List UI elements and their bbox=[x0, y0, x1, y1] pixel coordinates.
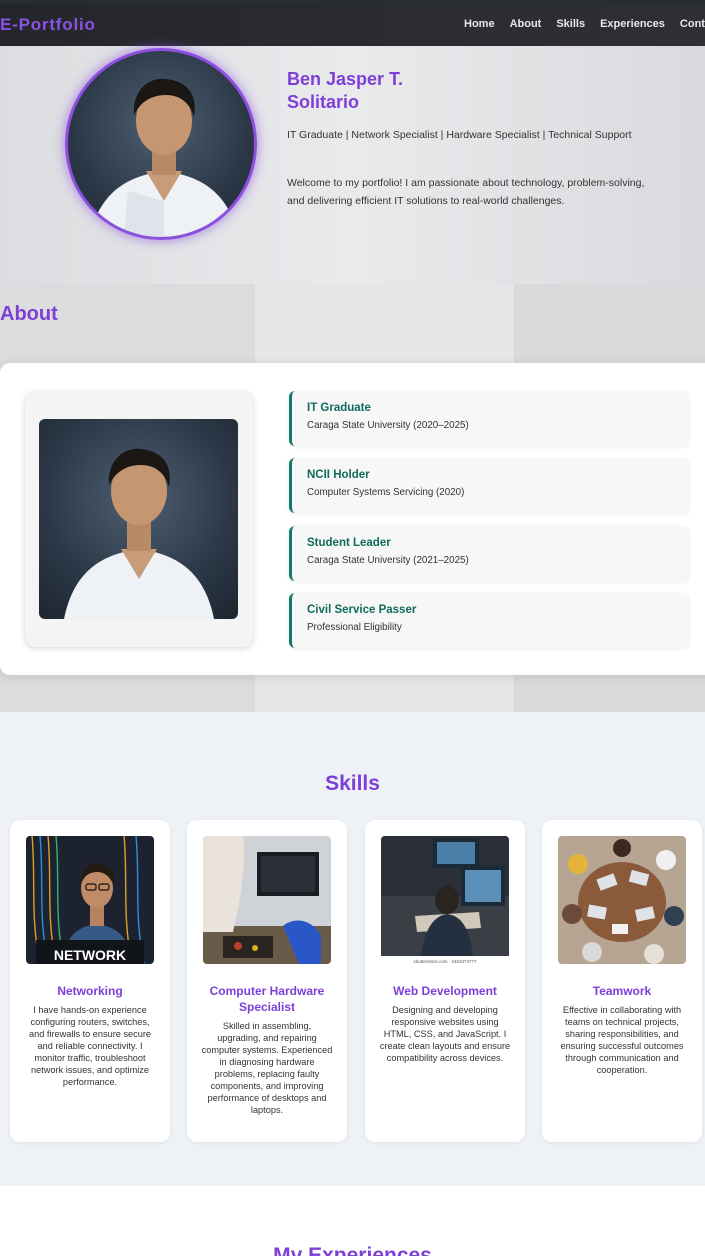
credential-title: NCII Holder bbox=[307, 469, 370, 481]
hero-name-line2: Solitario bbox=[287, 92, 360, 112]
person-portrait-icon bbox=[64, 448, 214, 619]
networking-image-caption: NETWORK bbox=[54, 947, 126, 963]
skill-name: Computer Hardware Specialist bbox=[209, 984, 325, 1014]
skill-card-teamwork: Teamwork Effective in collaborating with… bbox=[542, 820, 702, 1142]
credential-desc: Caraga State University (2020–2025) bbox=[307, 420, 469, 431]
nav-links: Home About Skills Experiences Conta bbox=[464, 18, 705, 30]
nav-link-home[interactable]: Home bbox=[464, 18, 495, 30]
about-title: About bbox=[0, 303, 58, 325]
nav-link-skills[interactable]: Skills bbox=[556, 18, 585, 30]
skill-desc: Designing and developing responsive webs… bbox=[379, 1005, 511, 1063]
about-photo bbox=[39, 419, 238, 619]
credential-card: IT Graduate Caraga State University (202… bbox=[289, 391, 689, 446]
hero-welcome-text: Welcome to my portfolio! I am passionate… bbox=[287, 177, 645, 207]
credential-desc: Professional Eligibility bbox=[307, 622, 402, 633]
credential-desc: Caraga State University (2021–2025) bbox=[307, 555, 469, 566]
hardware-image bbox=[203, 836, 331, 964]
hero-subtitle: IT Graduate | Network Specialist | Hardw… bbox=[287, 129, 632, 141]
credential-title: IT Graduate bbox=[307, 402, 371, 414]
skill-desc: Skilled in assembling, upgrading, and re… bbox=[201, 1021, 333, 1115]
teamwork-image bbox=[558, 836, 686, 964]
hero-name: Ben Jasper T. Solitario bbox=[287, 68, 487, 114]
nav-link-contact[interactable]: Conta bbox=[680, 18, 705, 30]
skill-desc: I have hands-on experience configuring r… bbox=[28, 1005, 152, 1087]
credential-card: Student Leader Caraga State University (… bbox=[289, 526, 689, 581]
webdev-image-caption: shutterstock.com · 2463474777 bbox=[413, 959, 477, 964]
credential-card: Civil Service Passer Professional Eligib… bbox=[289, 593, 689, 648]
nav-link-experiences[interactable]: Experiences bbox=[600, 18, 665, 30]
person-portrait-icon bbox=[89, 78, 239, 237]
credential-title: Student Leader bbox=[307, 537, 391, 549]
skill-card-networking: NETWORK Networking I have hands-on exper… bbox=[10, 820, 170, 1142]
navbar: E-Portfolio Home About Skills Experience… bbox=[0, 4, 705, 46]
webdev-image: shutterstock.com · 2463474777 bbox=[381, 836, 509, 964]
credential-title: Civil Service Passer bbox=[307, 604, 417, 616]
credential-card: NCII Holder Computer Systems Servicing (… bbox=[289, 458, 689, 513]
skill-name: Web Development bbox=[393, 984, 497, 998]
skills-title: Skills bbox=[325, 772, 380, 795]
nav-link-about[interactable]: About bbox=[510, 18, 542, 30]
skill-card-webdev: shutterstock.com · 2463474777 Web Develo… bbox=[365, 820, 525, 1142]
skill-desc: Effective in collaborating with teams on… bbox=[560, 1005, 684, 1075]
credential-desc: Computer Systems Servicing (2020) bbox=[307, 487, 465, 498]
skill-name: Teamwork bbox=[592, 984, 652, 998]
hero-name-line1: Ben Jasper T. bbox=[287, 69, 404, 89]
experiences-title: My Experiences bbox=[273, 1244, 432, 1256]
networking-image: NETWORK bbox=[26, 836, 154, 964]
brand-logo[interactable]: E-Portfolio bbox=[0, 15, 96, 35]
skill-card-hardware: Computer Hardware Specialist Skilled in … bbox=[187, 820, 347, 1142]
skill-name: Networking bbox=[57, 984, 123, 998]
profile-photo bbox=[65, 48, 257, 240]
